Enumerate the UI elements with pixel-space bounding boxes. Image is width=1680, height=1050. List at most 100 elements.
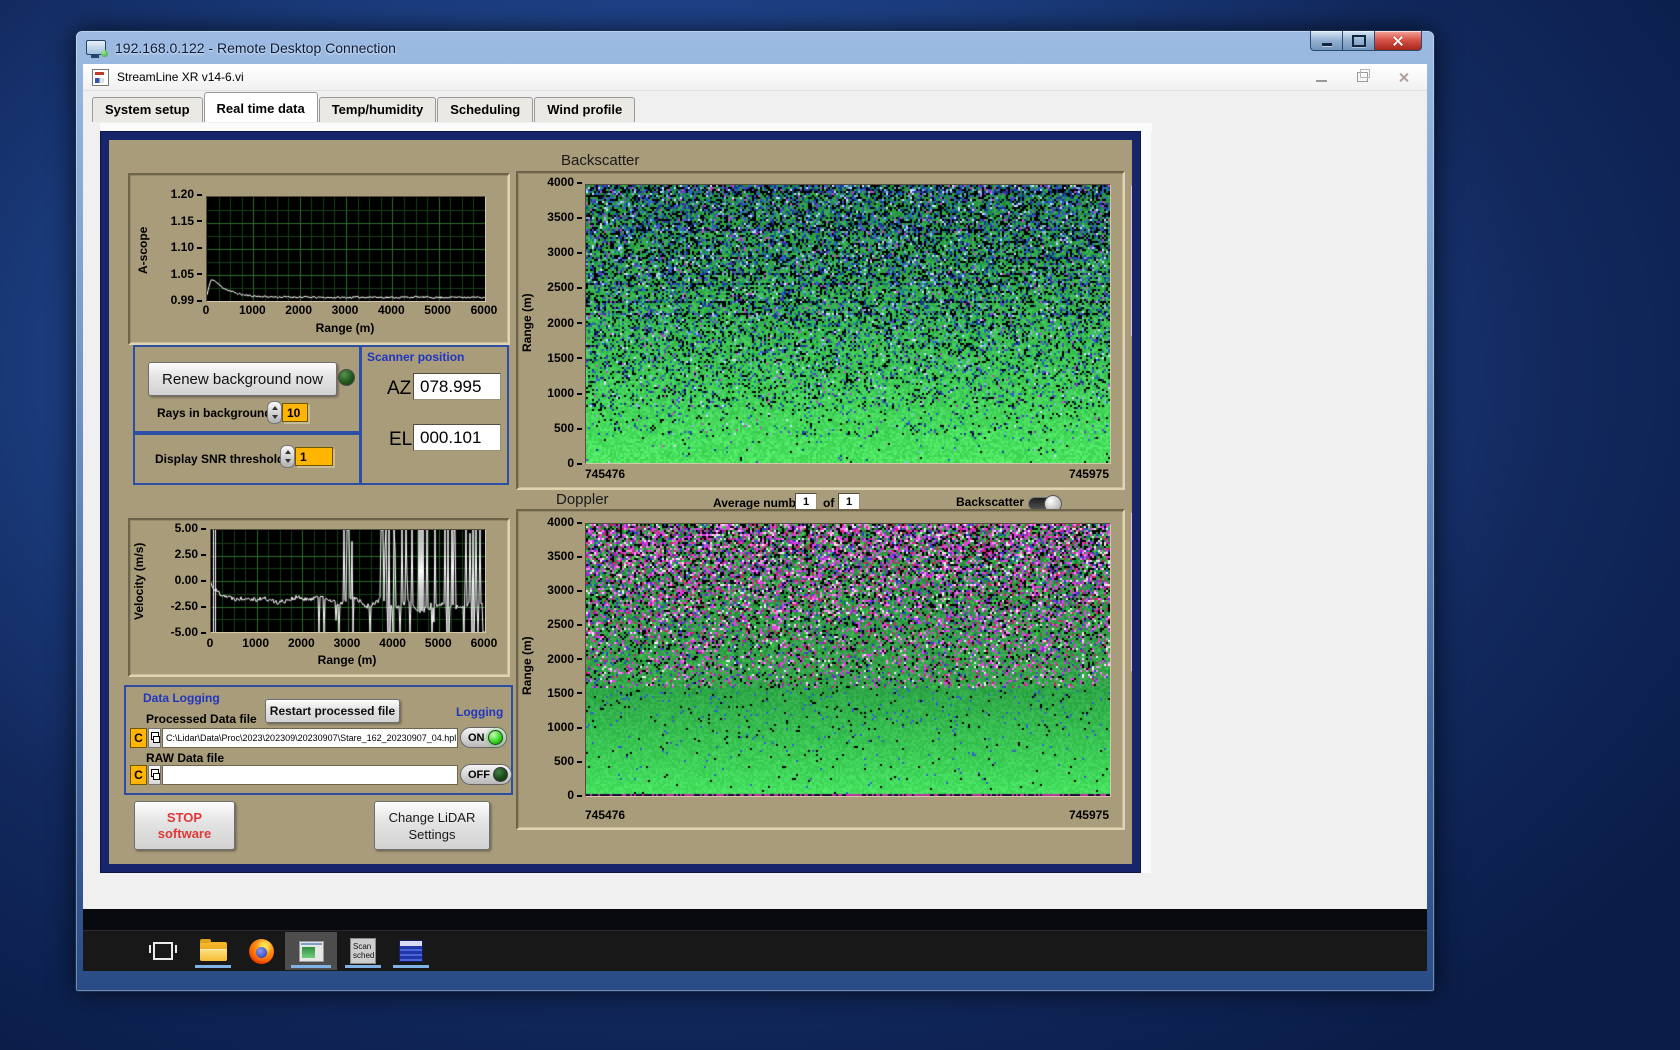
doppler-y-axis: 40003500300025002000150010005000 xyxy=(540,517,582,801)
app-close-button[interactable] xyxy=(1398,72,1409,83)
snr-cluster: Display SNR threshold 1 xyxy=(133,431,362,485)
desktop: 192.168.0.122 - Remote Desktop Connectio… xyxy=(0,0,1680,1050)
scan-icon-line2: sched xyxy=(353,951,374,960)
stop-line1: STOP xyxy=(167,810,202,826)
tab-wind-profile[interactable]: Wind profile xyxy=(534,97,635,122)
backscatter-graph-group: 40003500300025002000150010005000 Range (… xyxy=(516,171,1125,490)
tick-label: 1000 xyxy=(230,304,274,317)
file-explorer-icon xyxy=(200,942,227,961)
firefox-button[interactable] xyxy=(237,932,285,970)
tick-label: 4000 xyxy=(369,304,413,317)
tab-temp-humidity[interactable]: Temp/humidity xyxy=(319,97,436,122)
el-value: 000.101 xyxy=(413,424,501,451)
rdp-maximize-button[interactable] xyxy=(1343,31,1375,51)
rdp-icon xyxy=(86,40,106,55)
raw-logging-toggle[interactable]: OFF xyxy=(460,764,512,785)
streamline-app-button[interactable] xyxy=(285,932,337,970)
rays-spinner[interactable] xyxy=(267,401,282,424)
logging-on-led xyxy=(488,730,503,745)
tick-label: 2.50 xyxy=(175,549,206,560)
stop-software-button[interactable]: STOP software xyxy=(134,801,235,850)
app-window-controls xyxy=(1316,64,1409,90)
doppler-x-axis: 745476745975 xyxy=(585,808,1109,822)
of-label: of xyxy=(823,496,834,510)
tick-label: 2000 xyxy=(547,318,582,329)
close-icon xyxy=(1392,35,1404,47)
tick-label: 1.20 xyxy=(171,189,202,200)
spinner-down-icon[interactable] xyxy=(285,459,291,463)
tick-label: 3500 xyxy=(547,212,582,223)
snr-threshold-label: Display SNR threshold xyxy=(155,452,284,466)
processed-path-field[interactable]: C:\Lidar\Data\Proc\2023\202309\20230907\… xyxy=(162,728,458,748)
data-viewer-button[interactable] xyxy=(387,932,435,970)
streamline-app-icon xyxy=(299,941,324,962)
processed-logging-toggle[interactable]: ON xyxy=(460,727,507,748)
app-restore-button[interactable] xyxy=(1357,72,1368,82)
tab-real-time-data[interactable]: Real time data xyxy=(204,92,318,122)
tick-label: 3500 xyxy=(547,551,582,562)
processed-data-file-label: Processed Data file xyxy=(146,712,257,726)
backscatter-x-axis: 745476745975 xyxy=(585,467,1109,481)
tab-scheduling[interactable]: Scheduling xyxy=(437,97,533,122)
spinner-down-icon[interactable] xyxy=(272,415,278,419)
change-line2: Settings xyxy=(409,826,456,843)
tick-label: 3000 xyxy=(325,637,369,650)
scanner-position-title: Scanner position xyxy=(367,350,464,364)
raw-browse-button[interactable] xyxy=(148,765,161,785)
minimize-icon xyxy=(1322,43,1332,46)
tab-strip: System setup Real time data Temp/humidit… xyxy=(83,91,1427,122)
rays-value-field[interactable]: 10 xyxy=(282,403,308,422)
processed-drive-button[interactable]: C xyxy=(130,728,147,748)
tick-label: 3000 xyxy=(547,247,582,258)
backscatter-y-axis: 40003500300025002000150010005000 xyxy=(540,177,582,469)
tick-label: 2500 xyxy=(547,282,582,293)
scan-scheduler-button[interactable]: Scansched xyxy=(339,932,387,970)
spinner-up-icon[interactable] xyxy=(272,406,278,410)
file-explorer-button[interactable] xyxy=(189,932,237,970)
logging-label: Logging xyxy=(456,705,503,719)
rdp-window: 192.168.0.122 - Remote Desktop Connectio… xyxy=(75,30,1435,992)
rdp-titlebar[interactable]: 192.168.0.122 - Remote Desktop Connectio… xyxy=(76,31,1434,64)
processed-browse-button[interactable] xyxy=(148,728,161,748)
app-minimize-button[interactable] xyxy=(1316,80,1327,82)
tick-label: 1500 xyxy=(547,353,582,364)
raw-data-file-label: RAW Data file xyxy=(146,751,224,765)
doppler-y-label: Range (m) xyxy=(520,606,534,726)
renew-background-button[interactable]: Renew background now xyxy=(148,362,337,396)
average-number-field[interactable]: 1 xyxy=(795,493,817,510)
rdp-minimize-button[interactable] xyxy=(1310,31,1343,51)
tab-system-setup[interactable]: System setup xyxy=(92,97,203,122)
panel-highlight-right xyxy=(1141,123,1151,873)
data-logging-title: Data Logging xyxy=(143,691,220,705)
front-panel: 1.201.151.101.050.99 0100020003000400050… xyxy=(109,140,1132,864)
tick-label: 2000 xyxy=(547,654,582,665)
raw-drive-button[interactable]: C xyxy=(130,765,147,785)
snr-spinner[interactable] xyxy=(280,445,295,468)
backscatter-toggle-label: Backscatter xyxy=(956,495,1024,509)
tick-label: 745975 xyxy=(1069,808,1109,822)
tick-label: 5000 xyxy=(416,637,460,650)
rdp-close-button[interactable] xyxy=(1375,31,1422,51)
snr-value-field[interactable]: 1 xyxy=(295,447,333,466)
app-window: StreamLine XR v14-6.vi System setup Real… xyxy=(83,64,1427,909)
rdp-title: 192.168.0.122 - Remote Desktop Connectio… xyxy=(115,40,396,56)
doppler-heatmap xyxy=(585,523,1111,797)
tick-label: 0 xyxy=(567,458,582,469)
firefox-icon xyxy=(249,939,274,964)
spinner-up-icon[interactable] xyxy=(285,450,291,454)
az-label: AZ xyxy=(387,378,411,400)
scan-scheduler-icon: Scansched xyxy=(350,938,376,964)
tick-label: 6000 xyxy=(462,304,506,317)
tick-label: 4000 xyxy=(371,637,415,650)
task-view-button[interactable] xyxy=(139,932,187,970)
average-count-field[interactable]: 1 xyxy=(838,493,860,510)
restart-processed-file-button[interactable]: Restart processed file xyxy=(265,699,400,723)
background-cluster: Renew background now Rays in background … xyxy=(133,345,362,435)
change-lidar-settings-button[interactable]: Change LiDAR Settings xyxy=(374,801,490,850)
velocity-plot xyxy=(210,529,486,633)
ascope-x-label: Range (m) xyxy=(270,321,420,335)
raw-path-field[interactable] xyxy=(162,765,458,785)
logging-off-led xyxy=(493,767,508,782)
tick-label: 3000 xyxy=(323,304,367,317)
app-titlebar[interactable]: StreamLine XR v14-6.vi xyxy=(83,64,1427,91)
